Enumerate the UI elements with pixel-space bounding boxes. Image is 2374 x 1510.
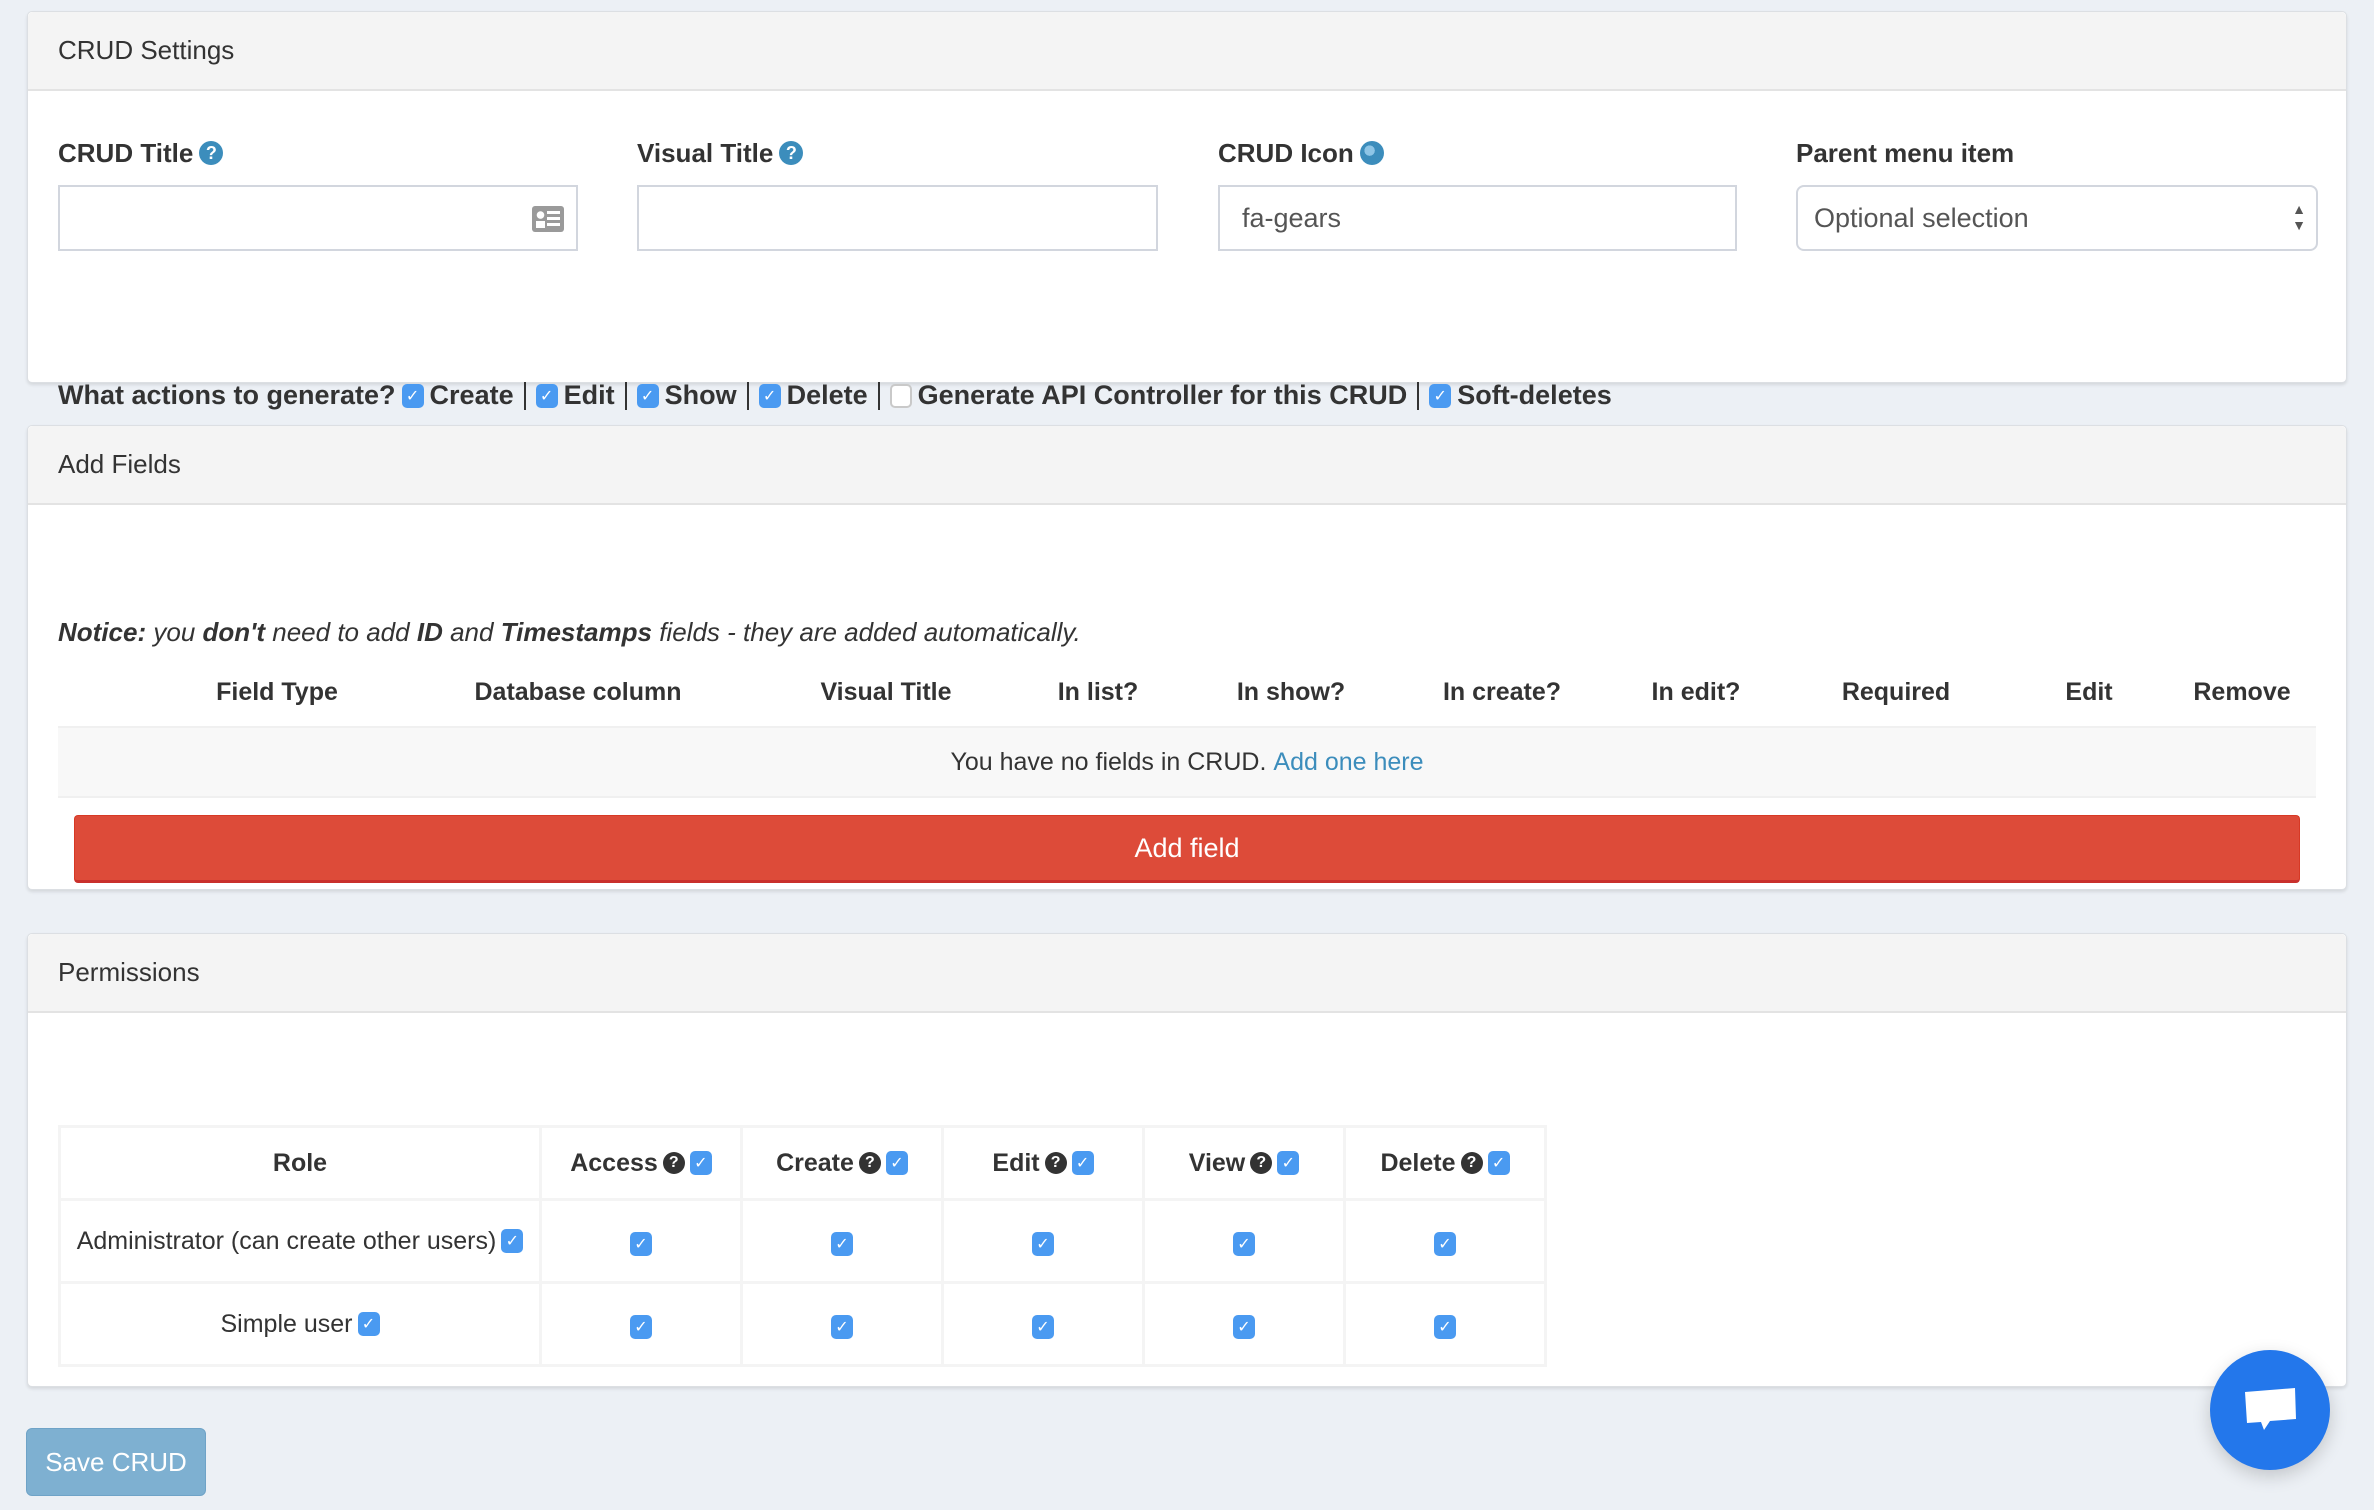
contact-card-icon[interactable] (532, 206, 564, 232)
add-one-here-link[interactable]: Add one here (1273, 748, 1423, 777)
access-header: Access ? ✓ (539, 1125, 743, 1201)
save-crud-button[interactable]: Save CRUD (26, 1428, 206, 1496)
help-icon[interactable]: ? (858, 1152, 881, 1174)
column-header: In list? (1057, 678, 1139, 706)
view-all-checkbox[interactable]: ✓ (1277, 1151, 1300, 1175)
column-header: In create? (1442, 678, 1562, 706)
column-header: Required (1841, 678, 1951, 706)
panel-heading: Permissions (28, 934, 2346, 1013)
edit-checkbox[interactable]: ✓ (1032, 1314, 1054, 1339)
help-icon[interactable]: ? (199, 141, 224, 165)
visual-title-label: Visual Title (637, 137, 774, 168)
permissions-panel: Permissions Role Access ? ✓ Create ? ✓ E… (27, 933, 2347, 1387)
soft-deletes-checkbox[interactable]: ✓ (1429, 383, 1452, 408)
crud-icon-group: CRUD Icon fa-gears (1218, 133, 1737, 251)
column-header: Remove (2193, 678, 2291, 706)
delete-label: Delete (786, 380, 868, 410)
role-cell: Administrator (can create other users) ✓ (58, 1198, 542, 1284)
chat-widget-button[interactable] (2210, 1350, 2330, 1470)
add-field-button[interactable]: Add field (74, 815, 2300, 883)
crud-icon-input[interactable]: fa-gears (1218, 185, 1737, 251)
panel-heading: CRUD Settings (28, 12, 2346, 91)
create-all-checkbox[interactable]: ✓ (885, 1151, 908, 1175)
view-checkbox[interactable]: ✓ (1233, 1231, 1255, 1256)
create-checkbox[interactable]: ✓ (401, 383, 424, 408)
chat-bubble-icon (2245, 1388, 2296, 1430)
column-header: Field Type (216, 678, 338, 706)
role-cell: Simple user ✓ (58, 1281, 542, 1367)
crud-icon-label: CRUD Icon (1218, 137, 1354, 168)
permissions-table: Role Access ? ✓ Create ? ✓ Edit ? ✓ View… (58, 1125, 1547, 1367)
create-checkbox[interactable]: ✓ (831, 1314, 853, 1339)
help-icon[interactable]: ? (1044, 1152, 1067, 1174)
crud-title-group: CRUD Title ? (58, 133, 578, 251)
table-row: Administrator (can create other users) ✓… (58, 1198, 1547, 1284)
column-header: Visual Title (820, 678, 952, 706)
view-checkbox[interactable]: ✓ (1233, 1314, 1255, 1339)
role-row-checkbox[interactable]: ✓ (501, 1229, 524, 1253)
access-checkbox[interactable]: ✓ (630, 1314, 652, 1339)
column-header: Database column (474, 678, 682, 706)
select-arrows-icon: ▲ ▼ (2292, 201, 2306, 233)
delete-checkbox[interactable]: ✓ (1434, 1314, 1456, 1339)
column-header: Edit (2065, 678, 2113, 706)
table-header-row: Role Access ? ✓ Create ? ✓ Edit ? ✓ View… (58, 1125, 1547, 1201)
edit-label: Edit (563, 380, 615, 410)
crud-title-input[interactable] (58, 185, 578, 251)
help-icon[interactable]: ? (779, 141, 804, 165)
create-header: Create ? ✓ (740, 1125, 944, 1201)
crud-settings-panel: CRUD Settings CRUD Title ? Visual Title … (27, 11, 2347, 410)
actions-label: What actions to generate? (58, 380, 396, 410)
divider (877, 381, 880, 410)
show-checkbox[interactable]: ✓ (636, 383, 659, 408)
add-fields-panel: Add Fields Notice: you don't need to add… (27, 425, 2347, 890)
role-row-checkbox[interactable]: ✓ (357, 1312, 380, 1336)
access-checkbox[interactable]: ✓ (630, 1231, 652, 1256)
help-icon[interactable]: ? (1250, 1152, 1273, 1174)
divider (624, 381, 627, 410)
fields-table-header: Field Type Database column Visual Title … (58, 666, 2316, 726)
delete-checkbox[interactable]: ✓ (1434, 1231, 1456, 1256)
empty-fields-row: You have no fields in CRUD. Add one here (58, 726, 2316, 798)
create-checkbox[interactable]: ✓ (831, 1231, 853, 1256)
panel-heading: Add Fields (28, 426, 2346, 505)
help-icon[interactable]: ? (662, 1152, 685, 1174)
visual-title-input[interactable] (637, 185, 1158, 251)
divider (1417, 381, 1420, 410)
divider (746, 381, 749, 410)
divider (523, 381, 526, 410)
create-label: Create (429, 380, 514, 410)
parent-menu-select[interactable]: Optional selection ▲ ▼ (1796, 185, 2318, 251)
edit-all-checkbox[interactable]: ✓ (1071, 1151, 1094, 1175)
globe-icon[interactable] (1359, 141, 1384, 165)
notice-text: Notice: you don't need to add ID and Tim… (58, 617, 1081, 647)
parent-menu-group: Parent menu item Optional selection ▲ ▼ (1796, 133, 2318, 251)
table-row: Simple user ✓ ✓ ✓ ✓ ✓ ✓ (58, 1281, 1547, 1367)
crud-title-label: CRUD Title (58, 137, 194, 168)
parent-menu-label: Parent menu item (1796, 137, 2015, 168)
view-header: View ? ✓ (1142, 1125, 1346, 1201)
empty-text: You have no fields in CRUD. (950, 747, 1267, 776)
column-header: In show? (1236, 678, 1346, 706)
delete-all-checkbox[interactable]: ✓ (1487, 1151, 1510, 1175)
column-header: In edit? (1651, 678, 1741, 706)
edit-header: Edit ? ✓ (941, 1125, 1145, 1201)
soft-deletes-label: Soft-deletes (1457, 380, 1612, 410)
access-all-checkbox[interactable]: ✓ (689, 1151, 712, 1175)
role-header: Role (58, 1125, 542, 1201)
edit-checkbox[interactable]: ✓ (1032, 1231, 1054, 1256)
delete-header: Delete ? ✓ (1343, 1125, 1547, 1201)
api-controller-checkbox[interactable] (889, 383, 912, 408)
actions-row: What actions to generate? ✓ Create ✓ Edi… (58, 380, 1612, 411)
api-controller-label: Generate API Controller for this CRUD (917, 380, 1408, 410)
show-label: Show (664, 380, 737, 410)
edit-checkbox[interactable]: ✓ (535, 383, 558, 408)
delete-checkbox[interactable]: ✓ (758, 383, 781, 408)
help-icon[interactable]: ? (1460, 1152, 1483, 1174)
visual-title-group: Visual Title ? (637, 133, 1158, 251)
